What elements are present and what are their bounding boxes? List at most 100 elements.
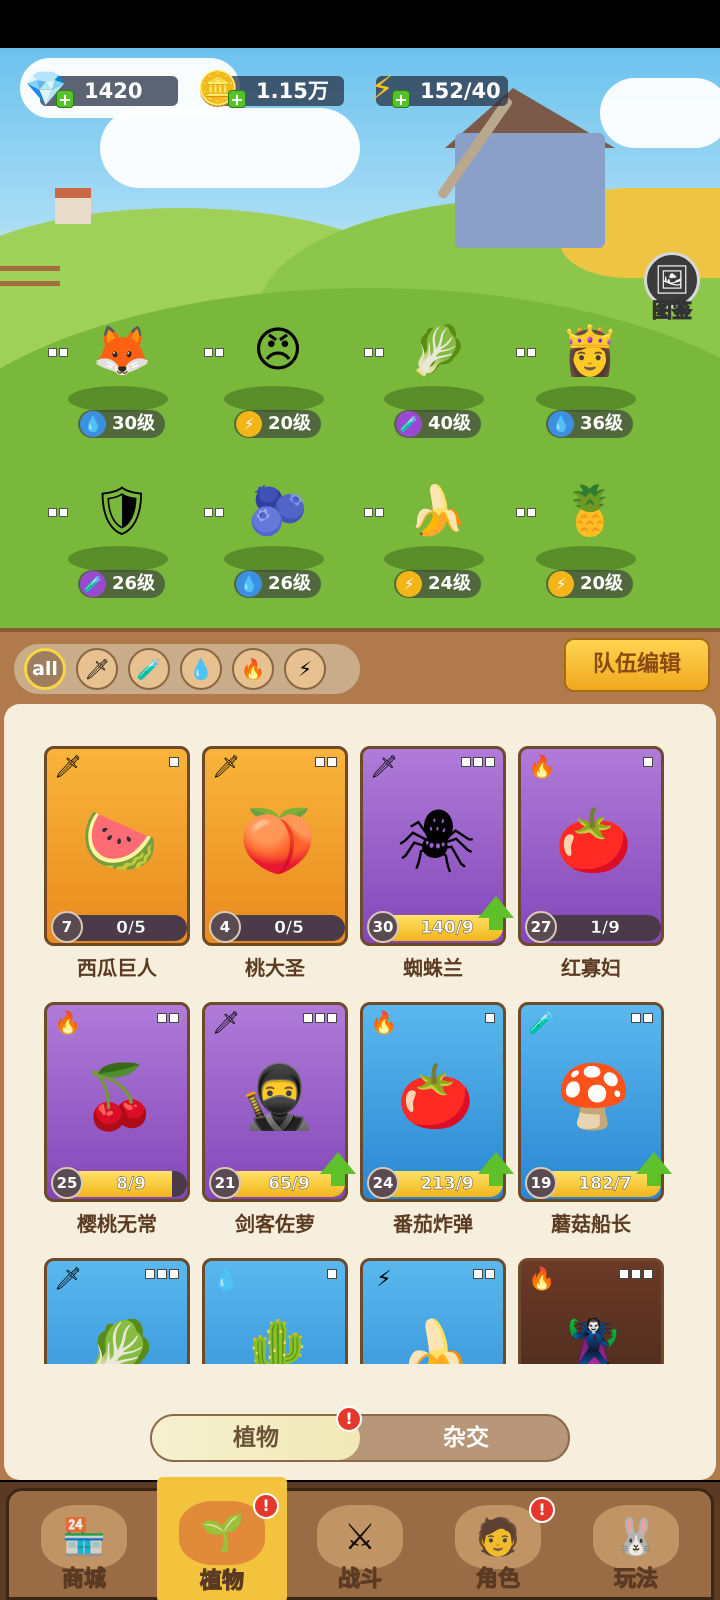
plant-sprite: 🍌 [408,482,468,539]
card-level-badge: 27 [525,911,557,943]
filter-all-label: all [32,658,58,680]
nav-character[interactable]: 🧑 角色! [433,1491,563,1600]
filter-water-button[interactable]: 💧 [180,648,222,690]
team-unit[interactable]: 👸 💧 36级 [508,290,658,440]
tab-hybrid[interactable]: 杂交 [362,1416,570,1460]
filter-all-button[interactable]: all [24,648,66,690]
card-frame: 🍉 🗡 0/5 7 [44,746,190,946]
plant-card[interactable]: 🌵 💧 [202,1258,348,1364]
slot-dot [169,1013,179,1023]
gem-amount: 1420 [84,79,143,103]
slot-dot [643,1269,653,1279]
plant-card[interactable]: 🍅 🔥 213/9 24 番茄炸弹 [360,1002,514,1260]
plant-card[interactable]: 🍑 🗡 0/5 4 桃大圣 [202,746,348,1004]
lightning-icon: ⚡ [548,571,574,597]
card-level-badge: 21 [209,1167,241,1199]
team-unit[interactable]: 🍌 ⚡ 24级 [356,450,506,600]
plant-card[interactable]: 🍉 🗡 0/5 7 西瓜巨人 [44,746,190,1004]
unit-level-badge: 💧 26级 [234,570,322,598]
slot-indicator [473,1269,495,1279]
slot-indicator [169,757,179,767]
slot-dot [364,508,373,517]
filter-bar: all 🗡 🧪 💧 🔥 ⚡ 队伍编辑 [0,628,720,698]
card-panel: 🍉 🗡 0/5 7 西瓜巨人 🍑 🗡 0/5 4 桃大圣 🕷 🗡 140/9 30 蜘蛛兰 🍅 🔥 1/9 27 红寡… [0,698,720,1480]
slot-dot [157,1269,167,1279]
potion-icon: 🧪 [136,657,162,681]
plant-card[interactable]: 🍄 🧪 182/7 19 蘑菇船长 [518,1002,672,1260]
plant-sprite: 👸 [560,322,620,379]
slot-dot [169,757,179,767]
energy-amount: 152/40 [420,79,501,103]
slot-indicator [204,348,224,357]
plant-portrait: 🕷 [396,804,476,877]
plant-card[interactable]: 🍅 🔥 1/9 27 红寡妇 [518,746,664,1004]
unit-level-text: 36级 [580,413,624,434]
card-frame: 🍑 🗡 0/5 4 [202,746,348,946]
team-unit[interactable]: 🛡 🧪 26级 [40,450,190,600]
slot-dot [473,757,483,767]
plant-card[interactable]: 🕷 🗡 140/9 30 蜘蛛兰 [360,746,514,1004]
fire-icon: 🔥 [240,657,266,681]
nav-shop[interactable]: 🏪 商城 [19,1491,149,1600]
plant-name: 西瓜巨人 [77,956,157,980]
plant-portrait: 🍉 [81,804,159,877]
slot-indicator [631,1013,653,1023]
team-unit[interactable]: 🫐 💧 26级 [196,450,346,600]
team-unit[interactable]: 🦊 💧 30级 [40,290,190,440]
tab-plants[interactable]: 植物 [152,1416,360,1460]
plant-card[interactable]: 🥷 🗡 65/9 21 剑客佐萝 [202,1002,356,1260]
plant-card[interactable]: 🍒 🔥 8/9 25 樱桃无常 [44,1002,190,1260]
nav-modes[interactable]: 🐰 玩法 [571,1491,701,1600]
nav-battle[interactable]: ⚔ 战斗 [295,1491,425,1600]
fire-icon: 🔥 [528,755,556,780]
plant-card[interactable]: 🦹 🔥 [518,1258,664,1364]
card-level-badge: 24 [367,1167,399,1199]
lightning-icon: ⚡ [376,1267,392,1292]
bottom-navigation: 🏪 商城 🌱 植物! ⚔ 战斗 🧑 角色! 🐰 玩法 [0,1477,720,1600]
team-unit[interactable]: 🥬 🧪 40级 [356,290,506,440]
nav-plants[interactable]: 🌱 植物! [157,1477,287,1600]
filter-fire-button[interactable]: 🔥 [232,648,274,690]
slot-indicator [461,757,495,767]
team-edit-button[interactable]: 队伍编辑 [564,638,710,692]
notification-badge: ! [253,1493,279,1519]
add-energy-button[interactable]: + [392,90,410,109]
unit-level-text: 26级 [112,573,156,594]
slot-indicator [643,757,653,767]
energy-counter[interactable]: ⚡ + 152/40 [370,72,508,109]
slot-dot [315,1013,325,1023]
coin-counter[interactable]: 🪙 + 1.15万 [197,72,344,109]
upgrade-arrow-icon [478,1152,514,1186]
element-filter-group: all 🗡 🧪 💧 🔥 ⚡ [14,644,360,694]
add-gems-button[interactable]: + [56,90,74,109]
plant-card[interactable]: 🥬 🗡 [44,1258,190,1364]
slot-dot [643,757,653,767]
plant-sprite: 🍍 [560,482,620,539]
slot-dot [485,1269,495,1279]
plant-card-grid[interactable]: 🍉 🗡 0/5 7 西瓜巨人 🍑 🗡 0/5 4 桃大圣 🕷 🗡 140/9 30 蜘蛛兰 🍅 🔥 1/9 27 红寡… [44,746,684,1364]
card-frame: 🍌 ⚡ [360,1258,506,1364]
team-unit[interactable]: 🍍 ⚡ 20级 [508,450,658,600]
slot-indicator [619,1269,653,1279]
unit-level-text: 20级 [580,573,624,594]
fire-icon: 🔥 [370,1011,398,1036]
slot-dot [485,757,495,767]
slot-indicator [516,508,536,517]
slot-dot [157,1013,167,1023]
slot-indicator [48,508,68,517]
plant-card[interactable]: 🍌 ⚡ [360,1258,506,1364]
filter-potion-button[interactable]: 🧪 [128,648,170,690]
slot-indicator [145,1269,179,1279]
plant-portrait: 🥷 [239,1060,317,1133]
filter-sword-button[interactable]: 🗡 [76,648,118,690]
add-coins-button[interactable]: + [228,90,246,109]
card-level-badge: 30 [367,911,399,943]
filter-lightning-button[interactable]: ⚡ [284,648,326,690]
plant-sprite: 🥬 [408,322,468,379]
shop-icon: 🏪 [41,1505,127,1569]
team-unit[interactable]: 😠 ⚡ 20级 [196,290,346,440]
water-icon: 💧 [212,1267,240,1292]
plant-name: 剑客佐萝 [235,1212,315,1236]
gem-counter[interactable]: 💎 + 1420 [25,72,178,109]
plant-sprite: 🫐 [248,482,308,539]
